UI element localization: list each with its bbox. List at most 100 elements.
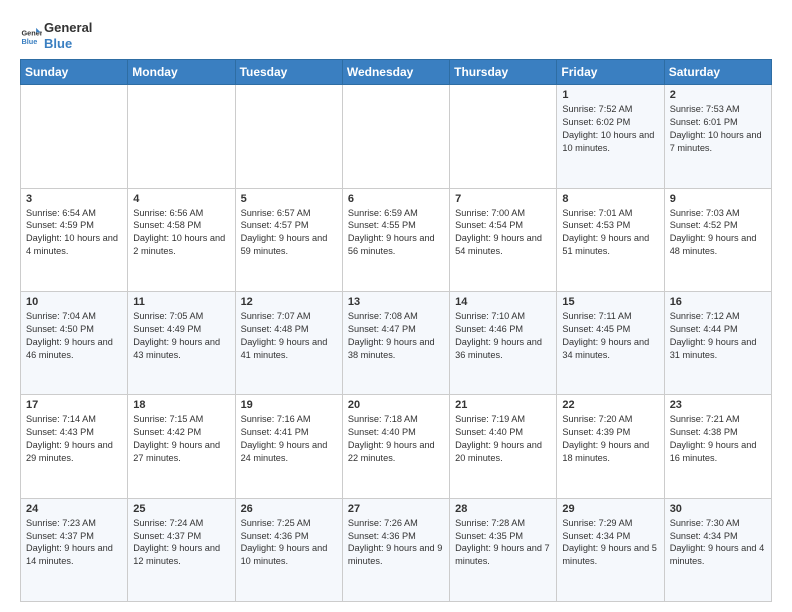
cell-info: Sunrise: 6:56 AM Sunset: 4:58 PM Dayligh…	[133, 207, 229, 259]
day-number: 26	[241, 503, 337, 515]
calendar-cell: 9 Sunrise: 7:03 AM Sunset: 4:52 PM Daylig…	[664, 188, 771, 291]
logo-icon: General Blue	[20, 25, 42, 47]
day-number: 29	[562, 503, 658, 515]
calendar-cell: 22 Sunrise: 7:20 AM Sunset: 4:39 PM Dayli…	[557, 395, 664, 498]
cell-info: Sunrise: 6:59 AM Sunset: 4:55 PM Dayligh…	[348, 207, 444, 259]
weekday-header-thursday: Thursday	[450, 60, 557, 85]
day-number: 4	[133, 193, 229, 205]
day-number: 23	[670, 399, 766, 411]
cell-info: Sunrise: 7:20 AM Sunset: 4:39 PM Dayligh…	[562, 413, 658, 465]
day-number: 6	[348, 193, 444, 205]
cell-info: Sunrise: 7:29 AM Sunset: 4:34 PM Dayligh…	[562, 517, 658, 569]
day-number: 7	[455, 193, 551, 205]
cell-info: Sunrise: 7:04 AM Sunset: 4:50 PM Dayligh…	[26, 310, 122, 362]
calendar-cell: 11Sunrise: 7:05 AM Sunset: 4:49 PM Dayli…	[128, 291, 235, 394]
calendar-cell: 6 Sunrise: 6:59 AM Sunset: 4:55 PM Daylig…	[342, 188, 449, 291]
day-number: 1	[562, 89, 658, 101]
day-number: 20	[348, 399, 444, 411]
day-number: 30	[670, 503, 766, 515]
calendar-cell: 8Sunrise: 7:01 AM Sunset: 4:53 PM Daylig…	[557, 188, 664, 291]
calendar-week-0: 1 Sunrise: 7:52 AM Sunset: 6:02 PM Daylig…	[21, 85, 772, 188]
calendar-cell	[342, 85, 449, 188]
calendar-cell: 2 Sunrise: 7:53 AM Sunset: 6:01 PM Daylig…	[664, 85, 771, 188]
calendar-cell: 26 Sunrise: 7:25 AM Sunset: 4:36 PM Dayli…	[235, 498, 342, 601]
day-number: 12	[241, 296, 337, 308]
svg-text:General: General	[21, 28, 42, 37]
calendar-cell: 12 Sunrise: 7:07 AM Sunset: 4:48 PM Dayli…	[235, 291, 342, 394]
day-number: 17	[26, 399, 122, 411]
calendar-cell: 21Sunrise: 7:19 AM Sunset: 4:40 PM Dayli…	[450, 395, 557, 498]
day-number: 14	[455, 296, 551, 308]
calendar-cell: 7 Sunrise: 7:00 AM Sunset: 4:54 PM Daylig…	[450, 188, 557, 291]
day-number: 13	[348, 296, 444, 308]
cell-info: Sunrise: 7:15 AM Sunset: 4:42 PM Dayligh…	[133, 413, 229, 465]
cell-info: Sunrise: 6:57 AM Sunset: 4:57 PM Dayligh…	[241, 207, 337, 259]
calendar-table: SundayMondayTuesdayWednesdayThursdayFrid…	[20, 59, 772, 602]
day-number: 27	[348, 503, 444, 515]
calendar-cell	[450, 85, 557, 188]
day-number: 2	[670, 89, 766, 101]
cell-info: Sunrise: 7:21 AM Sunset: 4:38 PM Dayligh…	[670, 413, 766, 465]
calendar-week-1: 3 Sunrise: 6:54 AM Sunset: 4:59 PM Daylig…	[21, 188, 772, 291]
logo-blue: Blue	[44, 36, 92, 52]
cell-info: Sunrise: 7:08 AM Sunset: 4:47 PM Dayligh…	[348, 310, 444, 362]
cell-info: Sunrise: 7:11 AM Sunset: 4:45 PM Dayligh…	[562, 310, 658, 362]
weekday-header-monday: Monday	[128, 60, 235, 85]
calendar-cell	[235, 85, 342, 188]
calendar-week-4: 24Sunrise: 7:23 AM Sunset: 4:37 PM Dayli…	[21, 498, 772, 601]
cell-info: Sunrise: 7:28 AM Sunset: 4:35 PM Dayligh…	[455, 517, 551, 569]
cell-info: Sunrise: 7:26 AM Sunset: 4:36 PM Dayligh…	[348, 517, 444, 569]
cell-info: Sunrise: 7:25 AM Sunset: 4:36 PM Dayligh…	[241, 517, 337, 569]
cell-info: Sunrise: 7:53 AM Sunset: 6:01 PM Dayligh…	[670, 103, 766, 155]
cell-info: Sunrise: 7:07 AM Sunset: 4:48 PM Dayligh…	[241, 310, 337, 362]
day-number: 22	[562, 399, 658, 411]
cell-info: Sunrise: 7:12 AM Sunset: 4:44 PM Dayligh…	[670, 310, 766, 362]
cell-info: Sunrise: 6:54 AM Sunset: 4:59 PM Dayligh…	[26, 207, 122, 259]
svg-text:Blue: Blue	[21, 37, 37, 46]
day-number: 15	[562, 296, 658, 308]
calendar-cell: 30 Sunrise: 7:30 AM Sunset: 4:34 PM Dayli…	[664, 498, 771, 601]
weekday-row: SundayMondayTuesdayWednesdayThursdayFrid…	[21, 60, 772, 85]
cell-info: Sunrise: 7:30 AM Sunset: 4:34 PM Dayligh…	[670, 517, 766, 569]
weekday-header-wednesday: Wednesday	[342, 60, 449, 85]
cell-info: Sunrise: 7:10 AM Sunset: 4:46 PM Dayligh…	[455, 310, 551, 362]
header: General Blue General Blue	[20, 16, 772, 51]
cell-info: Sunrise: 7:18 AM Sunset: 4:40 PM Dayligh…	[348, 413, 444, 465]
calendar-header: SundayMondayTuesdayWednesdayThursdayFrid…	[21, 60, 772, 85]
cell-info: Sunrise: 7:03 AM Sunset: 4:52 PM Dayligh…	[670, 207, 766, 259]
cell-info: Sunrise: 7:16 AM Sunset: 4:41 PM Dayligh…	[241, 413, 337, 465]
calendar-cell: 20 Sunrise: 7:18 AM Sunset: 4:40 PM Dayli…	[342, 395, 449, 498]
cell-info: Sunrise: 7:52 AM Sunset: 6:02 PM Dayligh…	[562, 103, 658, 155]
day-number: 9	[670, 193, 766, 205]
day-number: 18	[133, 399, 229, 411]
day-number: 8	[562, 193, 658, 205]
cell-info: Sunrise: 7:00 AM Sunset: 4:54 PM Dayligh…	[455, 207, 551, 259]
calendar-cell: 23 Sunrise: 7:21 AM Sunset: 4:38 PM Dayli…	[664, 395, 771, 498]
calendar-week-2: 10 Sunrise: 7:04 AM Sunset: 4:50 PM Dayli…	[21, 291, 772, 394]
day-number: 5	[241, 193, 337, 205]
weekday-header-sunday: Sunday	[21, 60, 128, 85]
cell-info: Sunrise: 7:14 AM Sunset: 4:43 PM Dayligh…	[26, 413, 122, 465]
calendar-body: 1 Sunrise: 7:52 AM Sunset: 6:02 PM Daylig…	[21, 85, 772, 602]
day-number: 21	[455, 399, 551, 411]
calendar-cell: 16 Sunrise: 7:12 AM Sunset: 4:44 PM Dayli…	[664, 291, 771, 394]
calendar-cell: 15 Sunrise: 7:11 AM Sunset: 4:45 PM Dayli…	[557, 291, 664, 394]
calendar-cell: 14 Sunrise: 7:10 AM Sunset: 4:46 PM Dayli…	[450, 291, 557, 394]
calendar-cell: 25Sunrise: 7:24 AM Sunset: 4:37 PM Dayli…	[128, 498, 235, 601]
weekday-header-saturday: Saturday	[664, 60, 771, 85]
calendar-cell: 4 Sunrise: 6:56 AM Sunset: 4:58 PM Daylig…	[128, 188, 235, 291]
day-number: 3	[26, 193, 122, 205]
calendar-cell: 3 Sunrise: 6:54 AM Sunset: 4:59 PM Daylig…	[21, 188, 128, 291]
calendar-cell: 17 Sunrise: 7:14 AM Sunset: 4:43 PM Dayli…	[21, 395, 128, 498]
day-number: 10	[26, 296, 122, 308]
calendar-cell: 18 Sunrise: 7:15 AM Sunset: 4:42 PM Dayli…	[128, 395, 235, 498]
calendar-cell: 1 Sunrise: 7:52 AM Sunset: 6:02 PM Daylig…	[557, 85, 664, 188]
logo-general: General	[44, 20, 92, 36]
weekday-header-friday: Friday	[557, 60, 664, 85]
logo: General Blue General Blue	[20, 20, 92, 51]
cell-info: Sunrise: 7:23 AM Sunset: 4:37 PM Dayligh…	[26, 517, 122, 569]
calendar-cell: 13 Sunrise: 7:08 AM Sunset: 4:47 PM Dayli…	[342, 291, 449, 394]
day-number: 11	[133, 296, 229, 308]
calendar-cell: 27 Sunrise: 7:26 AM Sunset: 4:36 PM Dayli…	[342, 498, 449, 601]
day-number: 16	[670, 296, 766, 308]
